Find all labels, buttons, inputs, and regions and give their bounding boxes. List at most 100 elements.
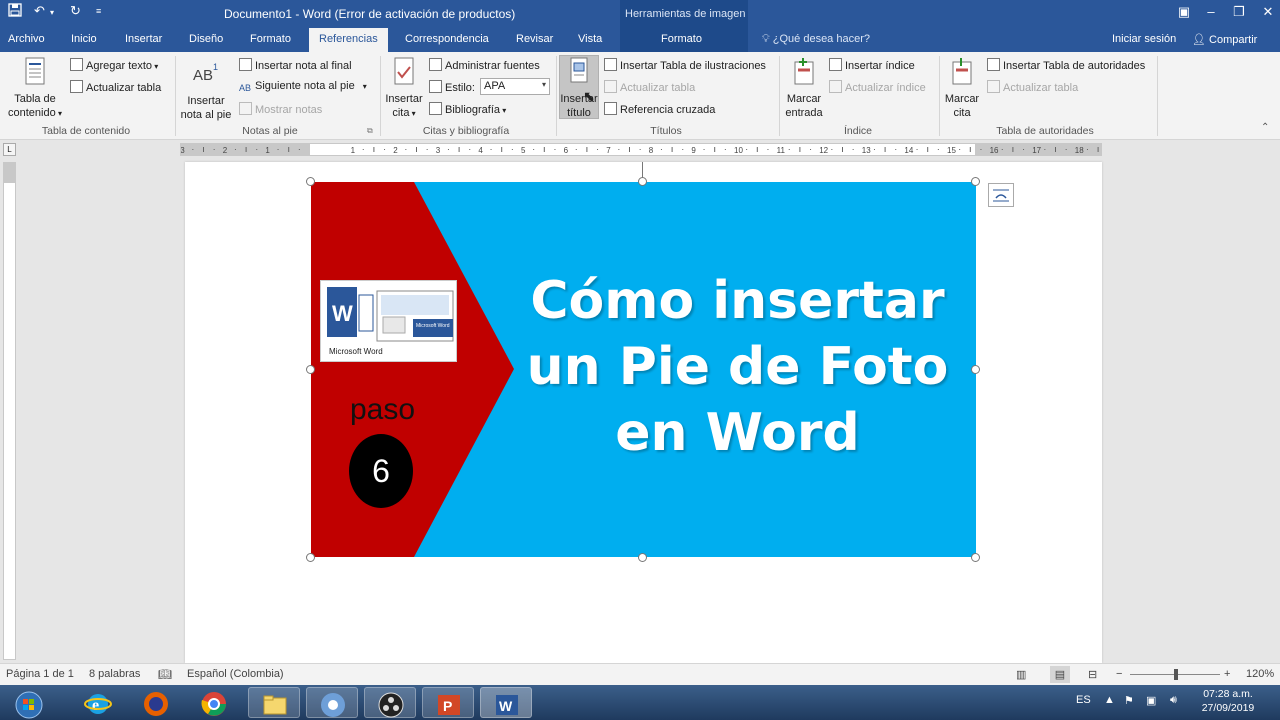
zoom-in-icon[interactable]: + [1224, 668, 1230, 680]
dialog-launcher-icon[interactable]: ⧉ [367, 126, 373, 136]
tab-formato-imagen[interactable]: Formato [661, 33, 702, 45]
headline-line-3: en Word [615, 403, 860, 463]
collapse-ribbon-icon[interactable]: ⌃ [1261, 122, 1269, 133]
resize-handle-nw[interactable] [306, 177, 315, 186]
taskbar-firefox[interactable] [130, 687, 182, 718]
close-button[interactable]: ✕ [1258, 4, 1278, 20]
insert-authorities-button[interactable]: Insertar Tabla de autoridades [987, 58, 1145, 72]
taskbar-obs[interactable] [364, 687, 416, 718]
zoom-out-icon[interactable]: − [1116, 668, 1122, 680]
undo-dropdown-icon[interactable]: ▾ [50, 8, 54, 17]
update-index-icon [829, 80, 842, 93]
taskbar-chrome-canary[interactable] [306, 687, 358, 718]
minimize-button[interactable]: – [1201, 4, 1221, 19]
insert-footnote-button[interactable]: AB 1 Insertar nota al pie [178, 58, 234, 122]
action-center-flag-icon[interactable]: ⚑ [1124, 694, 1134, 707]
update-authorities-button[interactable]: Actualizar tabla [987, 80, 1078, 94]
insert-index-button[interactable]: Insertar índice [829, 58, 915, 72]
layout-options-button[interactable] [988, 183, 1014, 207]
obs-icon [378, 692, 404, 718]
horizontal-ruler[interactable]: 3 2 1 1 2 3 4 5 6 7 8 9 10 11 12 13 14 15 16 17 18 [180, 143, 1102, 156]
tab-inicio[interactable]: Inicio [71, 33, 97, 45]
share-button[interactable]: 👤︎ Compartir [1192, 33, 1257, 46]
citation-style-select[interactable]: APA ▾ [480, 78, 550, 95]
update-index-button[interactable]: Actualizar índice [829, 80, 926, 94]
taskbar-chrome[interactable] [188, 687, 240, 718]
dropdown-arrow-icon: ▾ [500, 106, 507, 115]
tab-archivo[interactable]: Archivo [8, 33, 45, 45]
resize-handle-se[interactable] [971, 553, 980, 562]
insert-citation-button[interactable]: Insertar cita ▾ [383, 56, 425, 121]
resize-handle-s[interactable] [638, 553, 647, 562]
word-count[interactable]: 8 palabras [89, 668, 140, 680]
ribbon-separator [779, 56, 780, 136]
tell-me-search[interactable]: 💡︎ ¿Qué desea hacer? [762, 33, 870, 46]
insert-table-figures-button[interactable]: Insertar Tabla de ilustraciones [604, 58, 766, 72]
zoom-slider-thumb[interactable] [1174, 669, 1178, 680]
mark-citation-label-1: Marcar [944, 93, 980, 105]
tab-correspondencia[interactable]: Correspondencia [405, 33, 489, 45]
mark-citation-icon [952, 58, 972, 85]
resize-handle-e[interactable] [971, 365, 980, 374]
show-hidden-icons[interactable]: ▲ [1104, 694, 1115, 706]
ruler-number: 13 [862, 146, 871, 155]
ruler-number: 18 [1075, 146, 1084, 155]
taskbar-internet-explorer[interactable]: e [72, 687, 124, 718]
customize-qat-icon[interactable]: ≡ [96, 6, 101, 16]
next-footnote-button[interactable]: AB Siguiente nota al pie ▾ [239, 80, 367, 96]
tab-insertar[interactable]: Insertar [125, 33, 162, 45]
ribbon-display-options-icon[interactable]: ▣ [1174, 4, 1194, 20]
system-clock[interactable]: 07:28 a.m. 27/09/2019 [1196, 687, 1260, 715]
taskbar-powerpoint[interactable]: P [422, 687, 474, 718]
proofing-icon[interactable]: 📖︎ [158, 668, 172, 681]
vertical-ruler[interactable] [3, 162, 16, 660]
signin-link[interactable]: Iniciar sesión [1112, 33, 1176, 45]
add-text-button[interactable]: Agregar texto ▾ [70, 58, 158, 72]
tab-referencias[interactable]: Referencias [309, 28, 388, 52]
web-layout-icon[interactable]: ⊟ [1088, 668, 1097, 681]
tab-vista[interactable]: Vista [578, 33, 602, 45]
mark-citation-button[interactable]: Marcar cita [942, 56, 982, 120]
insert-endnote-button[interactable]: Insertar nota al final [239, 58, 352, 72]
ruler-number: 12 [819, 146, 828, 155]
tab-diseno[interactable]: Diseño [189, 33, 223, 45]
mark-entry-button[interactable]: Marcar entrada [782, 56, 826, 120]
taskbar-word[interactable]: W [480, 687, 532, 718]
svg-text:AB: AB [193, 67, 213, 84]
resize-handle-n[interactable] [638, 177, 647, 186]
manage-sources-button[interactable]: Administrar fuentes [429, 58, 540, 72]
tab-formato[interactable]: Formato [250, 33, 291, 45]
ruler-number: 8 [649, 146, 654, 155]
volume-icon[interactable]: 🔊︎ [1170, 694, 1177, 707]
undo-icon[interactable]: ↶ [34, 3, 45, 19]
internet-explorer-icon: e [84, 694, 112, 714]
show-notes-button[interactable]: Mostrar notas [239, 102, 322, 116]
cross-reference-button[interactable]: Referencia cruzada [604, 102, 715, 116]
ribbon-separator [939, 56, 940, 136]
input-language[interactable]: ES [1076, 694, 1091, 706]
read-mode-icon[interactable]: ▥ [1016, 668, 1026, 681]
print-layout-icon[interactable]: ▤ [1050, 666, 1070, 683]
update-figures-table-button[interactable]: Actualizar tabla [604, 80, 695, 94]
bibliography-button[interactable]: Bibliografía ▾ [429, 102, 506, 116]
save-icon[interactable] [8, 3, 22, 20]
restore-button[interactable]: ❐ [1229, 4, 1249, 20]
toc-button[interactable]: Tabla de contenido ▾ [4, 56, 66, 121]
taskbar-file-explorer[interactable] [248, 687, 300, 718]
citation-style-value: APA [484, 80, 506, 92]
page-count[interactable]: Página 1 de 1 [6, 668, 74, 680]
ruler-number: 15 [947, 146, 956, 155]
tab-selector[interactable]: L [3, 143, 16, 156]
redo-icon[interactable]: ↻ [70, 3, 81, 19]
language-indicator[interactable]: Español (Colombia) [187, 668, 284, 680]
update-toc-button[interactable]: Actualizar tabla [70, 80, 161, 94]
start-button[interactable] [2, 687, 54, 719]
network-icon[interactable]: ▣ [1146, 694, 1156, 707]
resize-handle-sw[interactable] [306, 553, 315, 562]
resize-handle-ne[interactable] [971, 177, 980, 186]
resize-handle-w[interactable] [306, 365, 315, 374]
zoom-level[interactable]: 120% [1246, 668, 1274, 680]
cross-reference-icon [604, 102, 617, 115]
clock-time: 07:28 a.m. [1203, 688, 1253, 700]
tab-revisar[interactable]: Revisar [516, 33, 553, 45]
